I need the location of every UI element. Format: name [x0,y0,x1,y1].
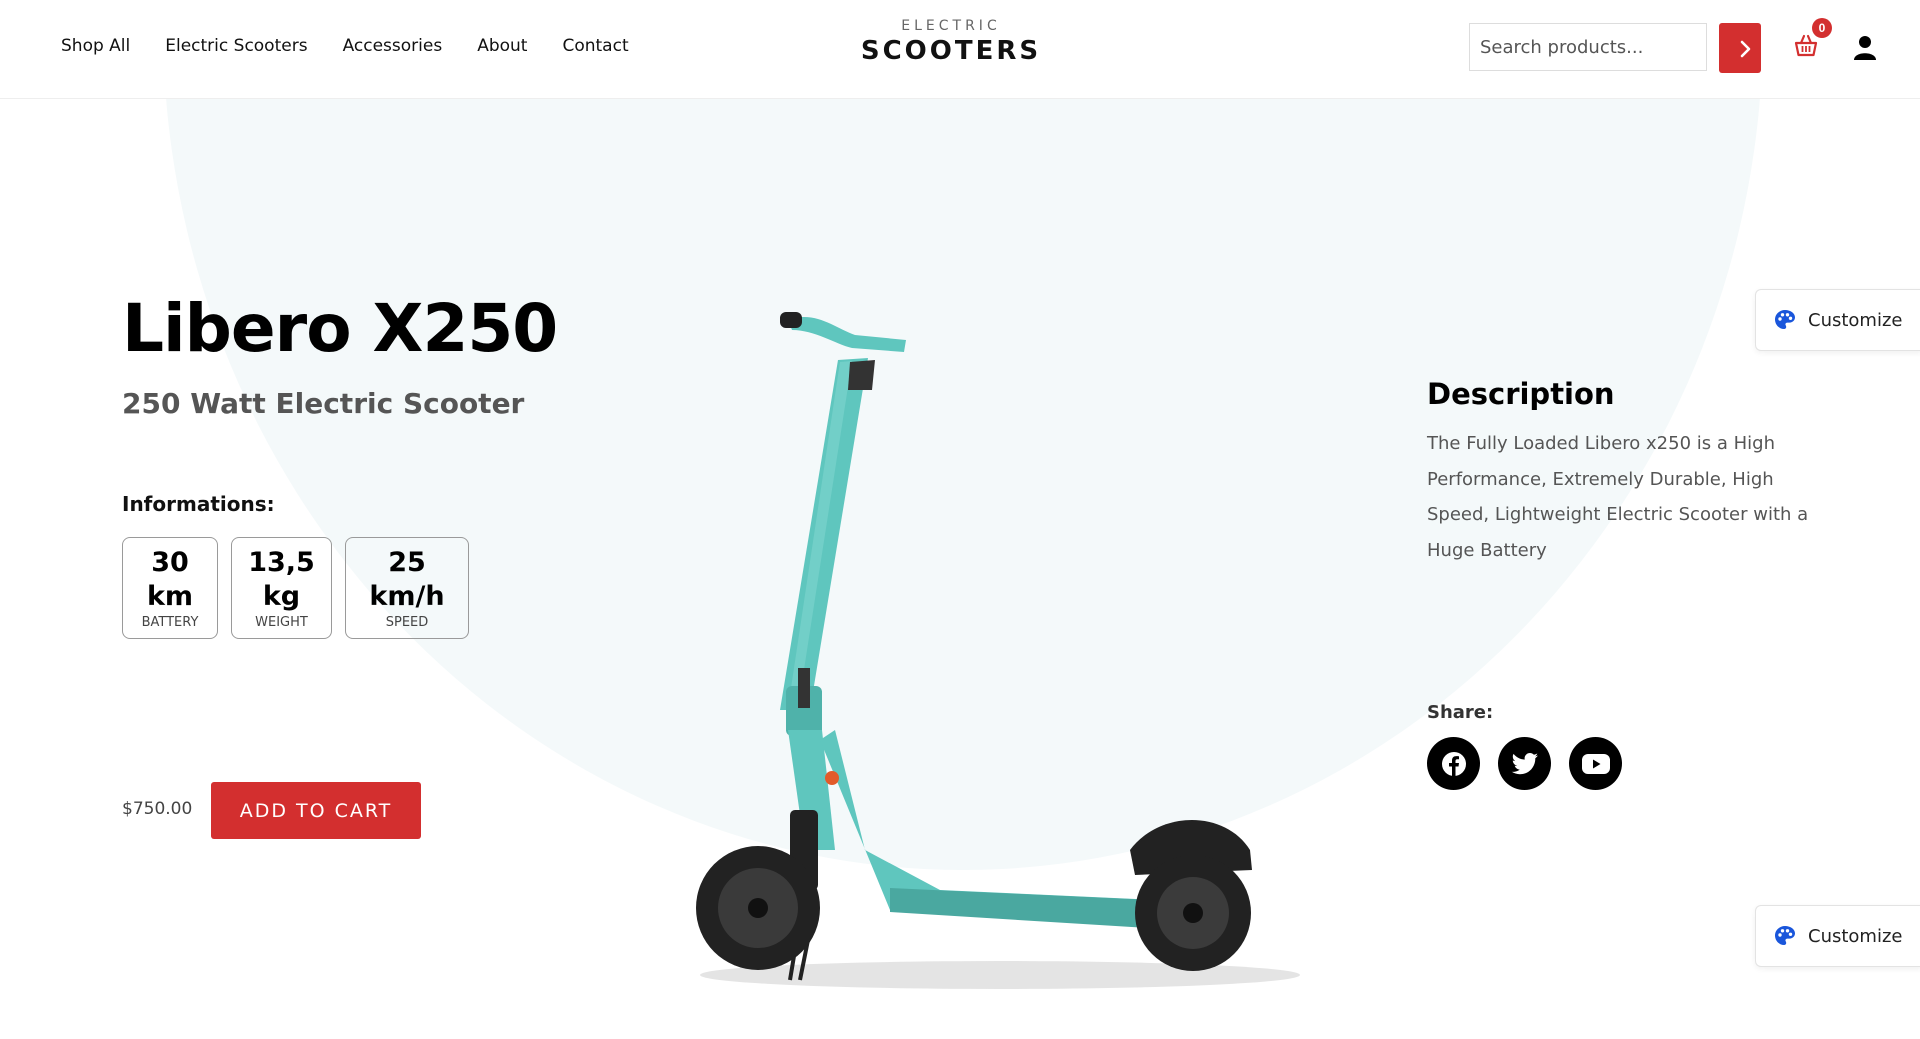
nav-about[interactable]: About [477,36,527,56]
spec-battery-value: 30 km [146,547,194,612]
search-submit-button[interactable] [1719,23,1761,73]
search-input[interactable] [1469,23,1707,71]
informations-heading: Informations: [122,492,275,516]
nav-contact[interactable]: Contact [562,36,628,56]
description-heading: Description [1427,377,1615,411]
product-subtitle: 250 Watt Electric Scooter [122,387,525,420]
nav-electric-scooters[interactable]: Electric Scooters [165,36,307,56]
youtube-icon [1581,753,1610,774]
twitter-icon [1511,752,1538,774]
product-title: Libero X250 [122,290,558,367]
youtube-share-button[interactable] [1569,737,1622,790]
spec-speed-label: SPEED [385,615,429,630]
palette-icon [1775,926,1795,945]
nav-accessories[interactable]: Accessories [343,36,443,56]
spec-battery-label: BATTERY [141,615,199,630]
logo-title: SCOOTERS [860,36,1042,66]
cart-icon[interactable] [1793,33,1819,59]
spec-weight: 13,5 kg WEIGHT [231,537,332,639]
facebook-share-button[interactable] [1427,737,1480,790]
chevron-right-icon [1740,40,1751,58]
spec-battery: 30 km BATTERY [122,537,218,639]
spec-weight-value: 13,5 kg [248,547,315,612]
palette-icon [1775,310,1795,329]
site-header: Shop All Electric Scooters Accessories A… [0,0,1920,99]
site-logo[interactable]: ELECTRIC SCOOTERS [858,18,1044,66]
spec-weight-label: WEIGHT [255,615,308,630]
main-nav: Shop All Electric Scooters Accessories A… [61,36,629,56]
cart-count-badge: 0 [1812,18,1832,38]
customize-button[interactable]: Customize [1755,289,1920,351]
spec-speed-value: 25 km/h [369,547,445,612]
facebook-icon [1441,751,1466,776]
nav-shop-all[interactable]: Shop All [61,36,130,56]
twitter-share-button[interactable] [1498,737,1551,790]
logo-subtitle: ELECTRIC [901,18,1001,34]
description-text: The Fully Loaded Libero x250 is a High P… [1427,433,1809,561]
product-price: $750.00 [122,799,193,819]
customize-button-bottom[interactable]: Customize [1755,905,1920,967]
customize-label: Customize [1808,309,1903,331]
scooter-product-image [696,312,1300,989]
customize-label: Customize [1808,925,1903,947]
share-heading: Share: [1427,702,1494,723]
spec-speed: 25 km/h SPEED [345,537,469,639]
user-account-icon[interactable] [1853,35,1877,61]
add-to-cart-button[interactable]: ADD TO CART [211,782,421,839]
